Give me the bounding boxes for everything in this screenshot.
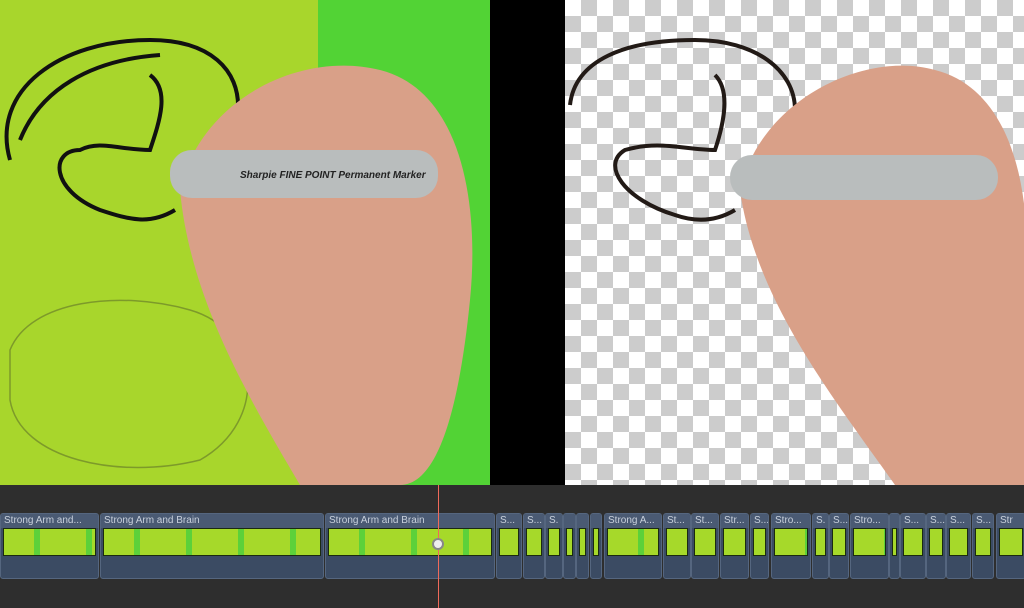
timeline-clip[interactable] [889,513,900,579]
clip-title: S... [830,514,848,528]
clip-filmstrip [975,528,991,556]
timeline-clip[interactable]: Strong Arm and... [0,513,99,579]
clip-filmstrip [903,528,923,556]
timeline-clip[interactable]: Strong Arm and Brain [325,513,495,579]
clip-title: S... [751,514,768,528]
clip-title: Strong Arm and Brain [326,514,494,528]
clip-title: S... [524,514,544,528]
timeline-clip[interactable] [590,513,602,579]
clip-filmstrip [593,528,599,556]
clip-filmstrip [853,528,886,556]
timeline-clip[interactable]: S. [812,513,829,579]
clip-filmstrip [328,528,492,556]
clip-title: Strong A... [605,514,661,528]
timeline-clip[interactable] [576,513,589,579]
clip-title: S... [901,514,925,528]
clip-filmstrip [103,528,321,556]
clip-filmstrip [579,528,586,556]
timeline[interactable]: Strong Arm and... Strong Arm and Brain Str… [0,485,1024,608]
clip-filmstrip [548,528,560,556]
clip-title: Strong Arm and Brain [101,514,323,528]
timeline-clip[interactable]: Str [996,513,1024,579]
clip-title: Str... [721,514,748,528]
video-viewer: Sharpie FINE POINT Permanent Marker [0,0,1024,485]
clip-filmstrip [929,528,943,556]
timeline-clip[interactable]: S. [545,513,563,579]
timeline-clip[interactable]: S... [946,513,971,579]
clip-title: St... [692,514,718,528]
clip-title: S... [973,514,993,528]
viewer-keyed-frame [565,0,1024,485]
timeline-clip[interactable] [563,513,576,579]
clip-filmstrip [774,528,808,556]
clip-filmstrip [815,528,826,556]
timeline-clip[interactable]: S... [972,513,994,579]
clip-filmstrip [499,528,519,556]
timeline-clip[interactable]: S... [496,513,522,579]
clip-title [564,514,575,528]
clip-title: S... [947,514,970,528]
clip-title: St... [664,514,690,528]
timeline-clip[interactable]: St... [663,513,691,579]
clip-title: Stro... [851,514,888,528]
clip-filmstrip [666,528,688,556]
marker-brand-text: Sharpie FINE POINT Permanent Marker [240,170,427,181]
viewer-original-frame: Sharpie FINE POINT Permanent Marker [0,0,490,485]
timeline-clip[interactable]: S... [523,513,545,579]
clip-title: Str [997,514,1024,528]
clip-filmstrip [694,528,716,556]
timeline-clip[interactable]: S... [829,513,849,579]
clip-filmstrip [753,528,766,556]
timeline-clip[interactable]: Str... [720,513,749,579]
skimmer-knob[interactable] [432,538,444,550]
clip-filmstrip [892,528,897,556]
timeline-clip[interactable]: S... [750,513,769,579]
timeline-clip[interactable]: S... [926,513,946,579]
clip-filmstrip [3,528,96,556]
timeline-clip[interactable]: St... [691,513,719,579]
clip-filmstrip [723,528,746,556]
clip-filmstrip [607,528,659,556]
clip-title: S... [927,514,945,528]
clip-filmstrip [949,528,968,556]
timeline-clip[interactable]: Strong Arm and Brain [100,513,324,579]
timeline-clip[interactable]: Stro... [850,513,889,579]
clip-title: S... [497,514,521,528]
clip-filmstrip [526,528,542,556]
clip-title [890,514,899,528]
timeline-clip[interactable]: Strong A... [604,513,662,579]
timeline-clip[interactable]: Stro... [771,513,811,579]
clip-title: Strong Arm and... [1,514,98,528]
clip-title: S. [546,514,562,528]
clip-title [591,514,601,528]
clip-filmstrip [999,528,1023,556]
timeline-clip[interactable]: S... [900,513,926,579]
clip-title: S. [813,514,828,528]
clip-filmstrip [832,528,846,556]
clip-filmstrip [566,528,573,556]
clip-title [577,514,588,528]
clip-title: Stro... [772,514,810,528]
